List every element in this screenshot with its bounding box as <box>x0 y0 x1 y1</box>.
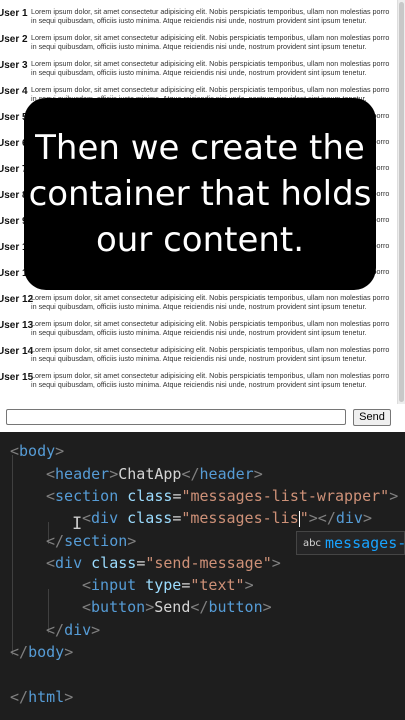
code-line-button: <button>Send</button> <box>82 598 272 616</box>
caption-text: Then we create the container that holds … <box>28 128 372 260</box>
code-line-section-open: <section class="messages-list-wrapper"> <box>46 487 399 505</box>
message-row: User 12 Lorem ipsum dolor, sit amet conse… <box>0 294 398 320</box>
message-row: User 13 Lorem ipsum dolor, sit amet conse… <box>0 320 398 346</box>
scrollbar-thumb[interactable] <box>399 2 404 402</box>
message-row: User 14 Lorem ipsum dolor, sit amet conse… <box>0 346 398 372</box>
message-text: Lorem ipsum dolor, sit amet consectetur … <box>31 372 390 389</box>
suggestion-label: messages- <box>324 534 405 552</box>
message-text: Lorem ipsum dolor, sit amet consectetur … <box>31 34 390 51</box>
code-line-header: <header>ChatApp</header> <box>46 465 263 483</box>
scrollbar[interactable] <box>397 0 405 404</box>
code-line-html-close: </html> <box>10 688 74 706</box>
code-line-div-editing: <div class="messages-lis"></div> <box>82 509 372 527</box>
message-user: User 2 <box>0 34 28 45</box>
message-text: Lorem ipsum dolor, sit amet consectetur … <box>31 346 390 363</box>
caption-overlay: Then we create the container that holds … <box>24 98 376 290</box>
message-row: User 15 Lorem ipsum dolor, sit amet conse… <box>0 372 398 398</box>
message-user: User 14 <box>0 346 34 357</box>
message-user: User 3 <box>0 60 28 71</box>
code-line-div-close: </div> <box>46 621 101 639</box>
message-user: User 4 <box>0 86 28 97</box>
message-user: User 13 <box>0 320 34 331</box>
message-row: User 3 Lorem ipsum dolor, sit amet consec… <box>0 60 398 86</box>
message-row: User 1 Lorem ipsum dolor, sit amet consec… <box>0 8 398 34</box>
indent-guide <box>12 455 13 655</box>
text-suggestion-icon: abc <box>303 537 321 549</box>
send-message-form: Send <box>0 404 405 432</box>
message-text: Lorem ipsum dolor, sit amet consectetur … <box>31 60 390 77</box>
message-text: Lorem ipsum dolor, sit amet consectetur … <box>31 320 390 337</box>
message-user: User 15 <box>0 372 34 383</box>
message-row: User 2 Lorem ipsum dolor, sit amet consec… <box>0 34 398 60</box>
send-button[interactable]: Send <box>353 409 391 426</box>
message-user: User 12 <box>0 294 34 305</box>
message-text: Lorem ipsum dolor, sit amet consectetur … <box>31 8 390 25</box>
code-line-section-close: </section> <box>46 532 137 550</box>
code-editor[interactable]: <body> <header>ChatApp</header> <section… <box>0 432 405 720</box>
code-line-input: <input type="text"> <box>82 576 254 594</box>
message-user: User 1 <box>0 8 28 19</box>
message-text: Lorem ipsum dolor, sit amet consectetur … <box>31 294 390 311</box>
code-line-body-open: <body> <box>10 442 65 460</box>
code-line-body-close: </body> <box>10 643 74 661</box>
autocomplete-suggestion[interactable]: abc messages- <box>296 531 405 555</box>
code-line-div-open: <div class="send-message"> <box>46 554 281 572</box>
message-input[interactable] <box>6 409 346 425</box>
